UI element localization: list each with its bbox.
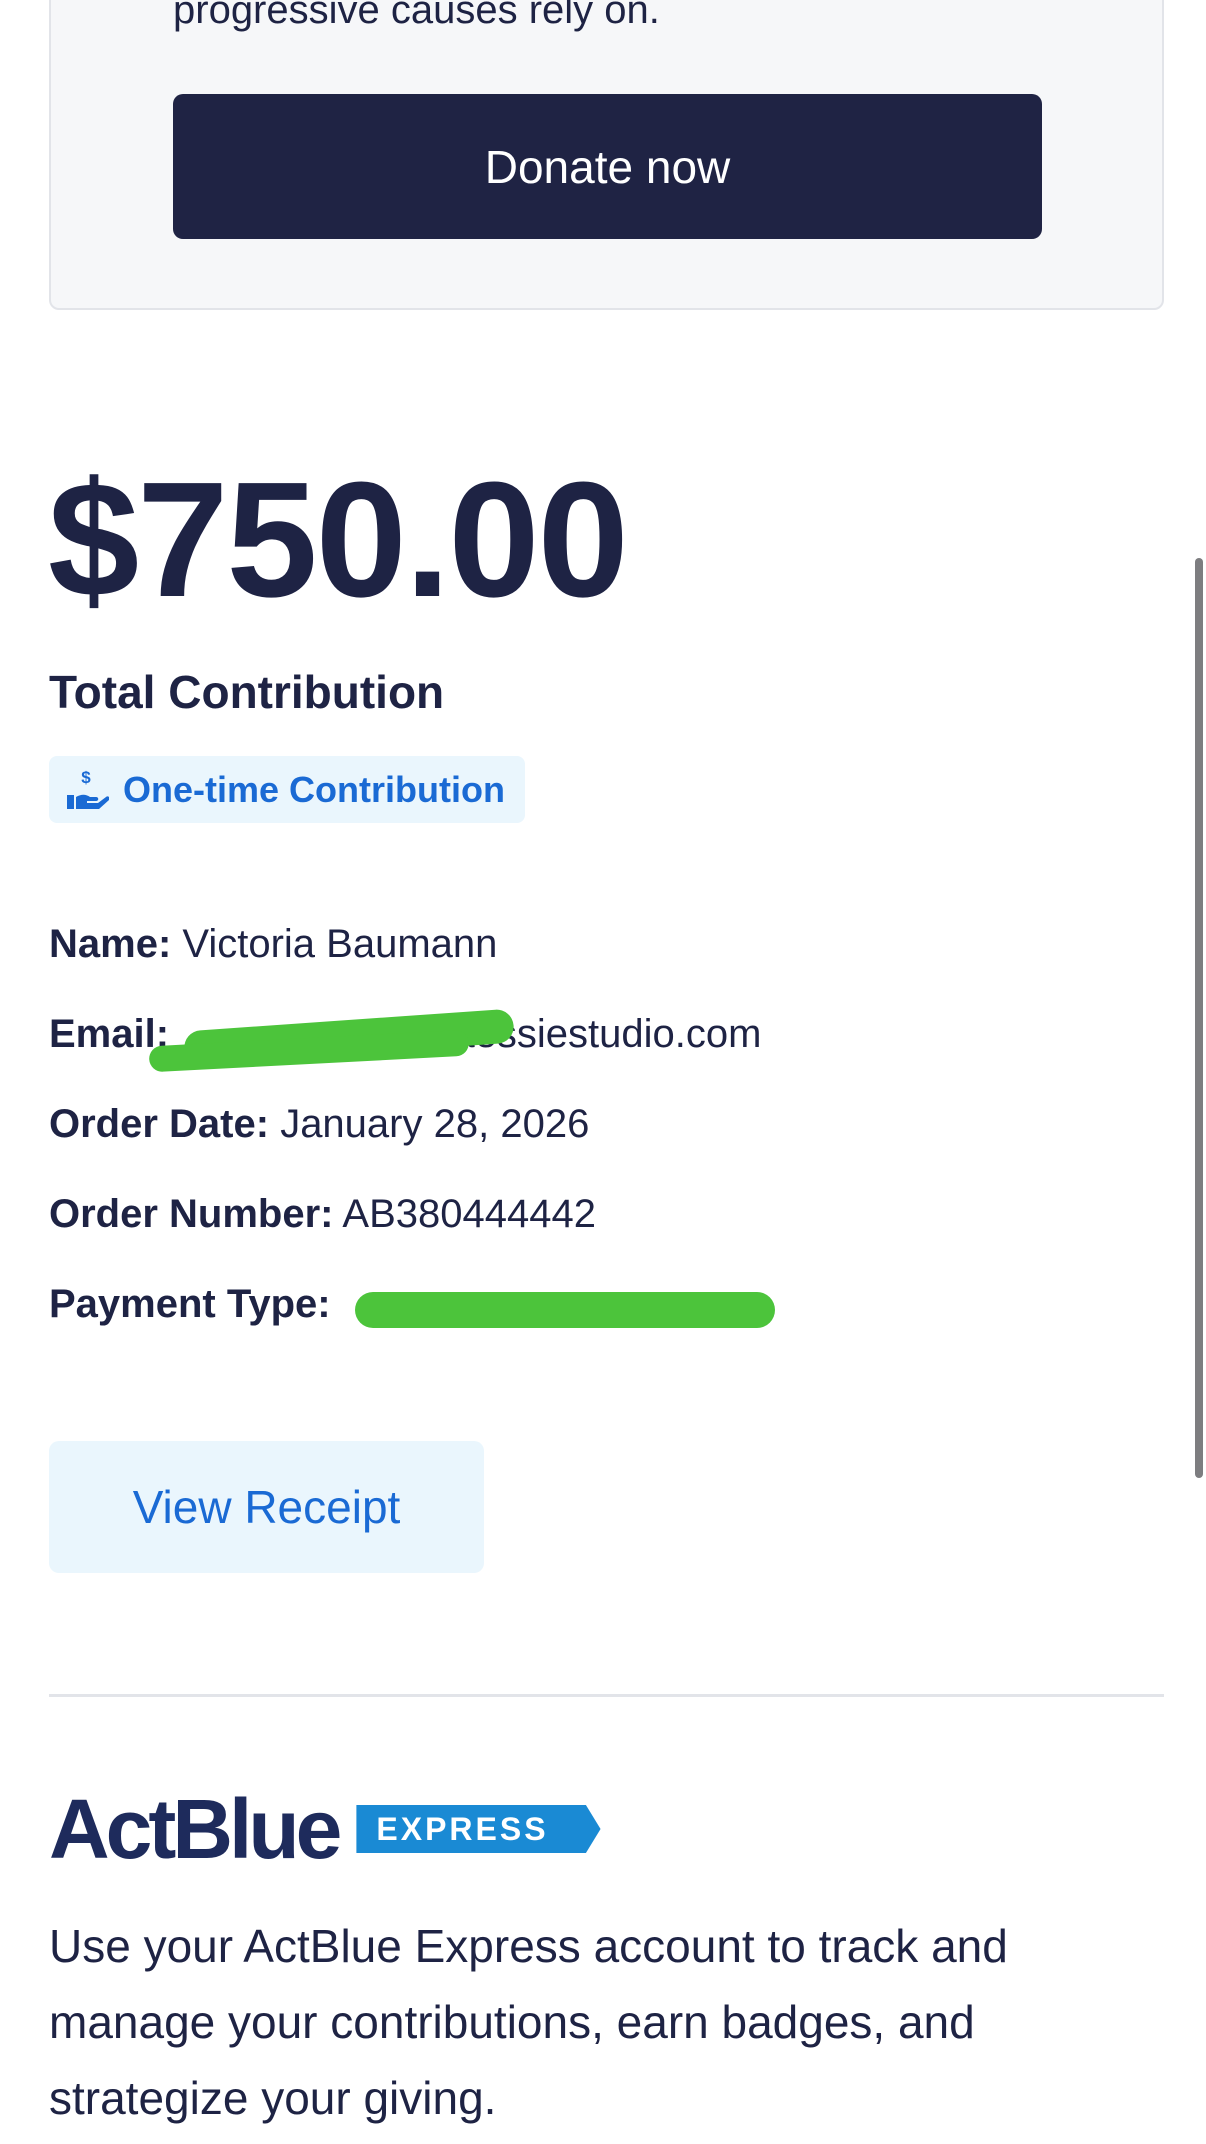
- order-date-value: January 28, 2026: [280, 1102, 590, 1146]
- express-description: Use your ActBlue Express account to trac…: [49, 1920, 1008, 2124]
- donate-now-button[interactable]: Donate now: [173, 94, 1042, 239]
- scrollbar[interactable]: [1195, 558, 1203, 1478]
- express-tag: EXPRESS: [356, 1805, 601, 1853]
- actblue-express-logo: ActBlue EXPRESS: [49, 1784, 601, 1874]
- detail-name: Name: Victoria Baumann: [49, 920, 497, 968]
- detail-order-date: Order Date: January 28, 2026: [49, 1100, 589, 1148]
- order-number-value: AB380444442: [342, 1192, 596, 1236]
- detail-order-number: Order Number: AB380444442: [49, 1190, 596, 1238]
- detail-payment-type: Payment Type:: [49, 1280, 331, 1328]
- section-divider: [49, 1694, 1164, 1697]
- view-receipt-button[interactable]: View Receipt: [49, 1441, 484, 1573]
- total-contribution-label: Total Contribution: [49, 666, 445, 718]
- order-number-label: Order Number:: [49, 1192, 334, 1236]
- donate-card-text: progressive causes rely on.: [173, 0, 660, 32]
- contribution-confirmation-page: progressive causes rely on. Donate now $…: [0, 0, 1206, 2144]
- contribution-amount: $750.00: [48, 448, 629, 631]
- hand-dollar-icon: $: [67, 768, 109, 809]
- name-label: Name:: [49, 922, 172, 966]
- payment-type-label: Payment Type:: [49, 1282, 331, 1326]
- email-label: Email:: [49, 1012, 170, 1056]
- svg-text:$: $: [81, 768, 91, 787]
- order-date-label: Order Date:: [49, 1102, 270, 1146]
- name-value: Victoria Baumann: [182, 922, 498, 966]
- actblue-wordmark: ActBlue: [49, 1782, 342, 1876]
- badge-label: One-time Contribution: [123, 768, 505, 810]
- payment-type-redaction: [355, 1292, 775, 1328]
- donate-card: progressive causes rely on. Donate now: [49, 0, 1164, 310]
- contribution-type-badge: $ One-time Contribution: [49, 756, 525, 823]
